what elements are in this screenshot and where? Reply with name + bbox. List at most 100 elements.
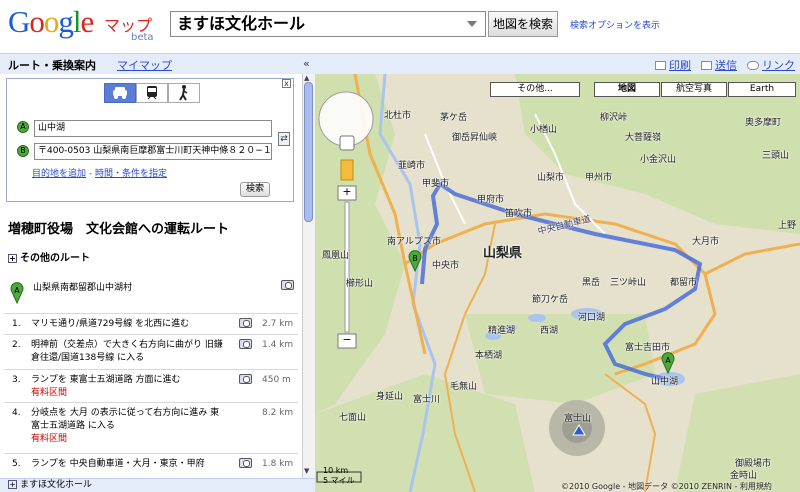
map-label: 甲府市 [477,195,505,205]
google-logo[interactable]: Google [8,5,94,39]
step-text: マリモ通り/県道729号線 を北西に進む [31,319,190,329]
print-link[interactable]: 印刷 [655,57,691,73]
from-input[interactable]: 山中湖 [34,120,272,137]
mail-icon [701,61,712,70]
camera-icon[interactable] [239,458,252,468]
step-distance: 2.7 km [262,319,294,329]
expand-icon: + [8,480,17,489]
map-label: 本栖湖 [475,351,503,361]
walk-icon [179,85,188,101]
swap-icon[interactable]: ⇄ [278,132,290,146]
map-label: 山梨市 [537,173,565,183]
add-destination-link[interactable]: 目的地を追加 [32,169,86,179]
map-graphics [315,74,800,492]
map-type-earth[interactable]: Earth [728,82,796,97]
route-step[interactable]: 2. 明神前（交差点）で大きく右方向に曲がり 旧鎌倉往還/国道138号線 に入る… [4,334,298,369]
tab-route[interactable]: ルート・乗換案内 [8,57,96,73]
prefecture-label: 山梨県 [483,246,523,261]
map-label: 奥多摩町 [745,118,782,128]
map-label: 鳳凰山 [322,251,350,261]
map-label: 柳沢峠 [600,113,628,123]
step-number: 3. [12,375,21,385]
map-label: 笛吹市 [505,209,533,219]
scroll-up-icon[interactable]: ▲ [304,74,309,82]
beta-label: beta [131,32,154,43]
map-label: 大菩薩嶺 [625,133,662,143]
close-icon[interactable]: x [282,79,291,88]
search-button[interactable]: 地図を検索 [488,11,558,37]
map-type-map[interactable]: 地図 [594,82,660,97]
zoom-out-button[interactable]: − [338,334,356,348]
zoom-slider[interactable] [345,202,349,332]
route-search-button[interactable]: 検索 [240,182,270,197]
send-link[interactable]: 送信 [701,57,737,73]
map-label: 黒岳 [582,278,601,288]
map-label: 北杜市 [384,111,412,121]
map-label: 甲州市 [585,173,613,183]
route-step[interactable]: 1. マリモ通り/県道729号線 を北西に進む 2.7 km [4,313,298,334]
scroll-thumb[interactable] [304,82,313,222]
camera-icon[interactable] [239,339,252,349]
map-type-satellite[interactable]: 航空写真 [661,82,727,97]
mountain-icon [572,424,586,436]
step-text: 明神前（交差点）で大きく右方向に曲がり 旧鎌倉往還/国道138号線 に入る [31,340,223,363]
map-type-other[interactable]: その他... [490,82,580,97]
map-canvas[interactable] [315,74,800,492]
form-links: 目的地を追加 - 時間・条件を指定 [32,166,167,179]
map-label: 甲斐市 [422,179,450,189]
map-label: 七面山 [339,413,367,423]
map-label: 茅ケ岳 [440,113,468,123]
send-label: 送信 [715,59,737,72]
collapse-panel-button[interactable]: « [303,57,310,70]
map-label: 大月市 [692,237,720,247]
map-label: 身延山 [376,392,404,402]
link-label: リンク [762,59,795,72]
pan-control[interactable] [319,92,373,146]
route-marker-b-icon: B [408,250,422,272]
camera-icon[interactable] [281,280,294,290]
zoom-in-button[interactable]: + [338,186,356,200]
tab-mymap[interactable]: マイマップ [117,57,172,73]
scale-bar: 10 km 5 マイル [323,466,355,486]
scale-mi: 5 マイル [323,476,355,485]
destination-footer[interactable]: + ますほ文化ホール [0,478,315,492]
mode-car-button[interactable] [104,83,136,103]
map-label: 上野 [778,221,797,231]
search-input[interactable]: ますほ文化ホール [170,11,486,37]
route-step[interactable]: 4. 分岐点を 大月 の表示に従って右方向に進み 東富士五湖道路 に入る 有料区間… [4,402,298,453]
route-step[interactable]: 5. ランプを 中央自動車道・大月・東京・甲府 1.8 km [4,453,298,477]
search-options-link[interactable]: 検索オプションを表示 [570,18,660,31]
to-input[interactable]: 〒400-0503 山梨県南巨摩郡富士川町天神中條８２０−１ [34,143,272,160]
time-conditions-link[interactable]: 時間・条件を指定 [95,169,167,179]
step-text: ランプを 東富士五湖道路 方面に進む 有料区間 [31,374,226,400]
route-step[interactable]: 3. ランプを 東富士五湖道路 方面に進む 有料区間 450 m [4,369,298,402]
link-link[interactable]: リンク [747,57,795,73]
scroll-down-icon[interactable]: ▼ [304,467,309,475]
mode-train-button[interactable] [136,83,168,103]
camera-icon[interactable] [239,318,252,328]
other-routes-label: その他のルート [20,253,90,264]
map-label: 河口湖 [578,313,606,323]
route-title: 増穂町役場 文化会館への運転ルート [8,222,230,237]
toll-label: 有料区間 [31,434,68,444]
start-marker-letter: A [14,286,20,295]
step-number: 1. [12,319,21,329]
dropdown-arrow-icon[interactable] [467,21,477,27]
pegman-icon[interactable] [341,160,353,180]
scale-km: 10 km [323,466,349,475]
step-number: 5. [12,459,21,469]
map-label: 小楢山 [530,125,558,135]
map-label: 毛無山 [450,382,478,392]
toll-label: 有料区間 [31,388,68,398]
print-label: 印刷 [669,59,691,72]
step-distance: 450 m [262,375,291,385]
map-label: 南アルプス市 [387,237,441,247]
camera-icon[interactable] [239,374,252,384]
mode-walk-button[interactable] [168,83,200,103]
map-label: 櫛形山 [346,279,374,289]
other-routes-toggle[interactable]: + その他のルート [8,249,90,264]
link-icon [747,61,759,70]
map-label: 中央市 [432,261,460,271]
map-label: 富士川 [413,395,441,405]
car-icon [113,87,127,99]
